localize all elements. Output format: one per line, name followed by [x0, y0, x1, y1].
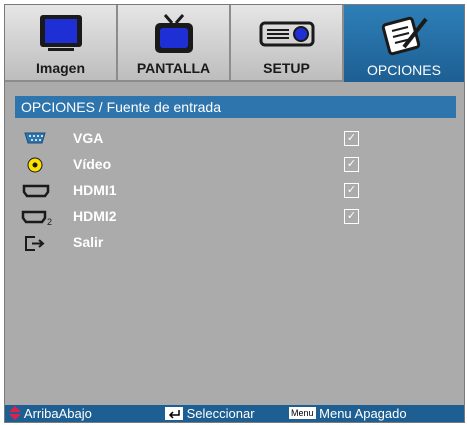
monitor-icon: [39, 15, 82, 51]
tab-label: OPCIONES: [367, 62, 441, 78]
list-item-hdmi1[interactable]: HDMI1 ✓: [21, 180, 441, 202]
tab-label: Imagen: [35, 60, 85, 76]
video-rca-icon: [27, 157, 43, 173]
footer-hint-bar: ArribaAbajo Seleccionar Menu Menu Apagad…: [5, 405, 464, 422]
tab-setup[interactable]: SETUP: [231, 5, 344, 82]
item-label: VGA: [73, 130, 104, 146]
up-down-arrow-icon: [9, 406, 21, 420]
nav-hint: ArribaAbajo: [9, 405, 92, 422]
select-hint-label: Seleccionar: [186, 406, 255, 421]
breadcrumb: OPCIONES / Fuente de entrada: [15, 96, 456, 118]
tab-label: PANTALLA: [136, 60, 211, 76]
item-label: Vídeo: [73, 156, 112, 172]
tab-opciones[interactable]: OPCIONES: [344, 5, 464, 82]
menu-hint-label: Menu Apagado: [319, 406, 407, 421]
hdmi1-checkbox[interactable]: ✓: [344, 183, 359, 198]
svg-text:2: 2: [47, 217, 52, 226]
osd-menu: Imagen PANTALLA SETUP OPCIONES OPCIONES …: [4, 4, 465, 423]
item-label: HDMI1: [73, 182, 117, 198]
enter-key-icon: [165, 407, 183, 420]
list-item-vga[interactable]: VGA ✓: [21, 128, 441, 150]
hdmi-port-icon: [22, 184, 50, 198]
hdmi2-checkbox[interactable]: ✓: [344, 209, 359, 224]
nav-hint-label: ArribaAbajo: [23, 406, 92, 421]
tab-pantalla[interactable]: PANTALLA: [118, 5, 231, 82]
list-item-exit[interactable]: Salir: [21, 232, 441, 254]
notepad-pencil-icon: [381, 16, 428, 56]
video-checkbox[interactable]: ✓: [344, 157, 359, 172]
menu-hint: Menu Menu Apagado: [289, 405, 407, 422]
options-panel: OPCIONES / Fuente de entrada VGA ✓ Vídeo…: [5, 82, 464, 405]
projector-icon: [259, 21, 314, 47]
menu-key-icon: Menu: [289, 407, 316, 419]
tv-icon: [154, 14, 193, 53]
item-label: HDMI2: [73, 208, 117, 224]
exit-icon: [25, 236, 45, 251]
hdmi2-port-icon: 2: [21, 210, 52, 226]
vga-checkbox[interactable]: ✓: [344, 131, 359, 146]
tab-label: SETUP: [263, 60, 310, 76]
select-hint: Seleccionar: [165, 405, 255, 422]
list-item-video[interactable]: Vídeo ✓: [21, 154, 441, 176]
tab-imagen[interactable]: Imagen: [5, 5, 118, 82]
vga-port-icon: [24, 132, 46, 144]
tab-bar: Imagen PANTALLA SETUP OPCIONES: [5, 5, 464, 82]
list-item-hdmi2[interactable]: 2 HDMI2 ✓: [21, 206, 441, 228]
item-label: Salir: [73, 234, 104, 250]
